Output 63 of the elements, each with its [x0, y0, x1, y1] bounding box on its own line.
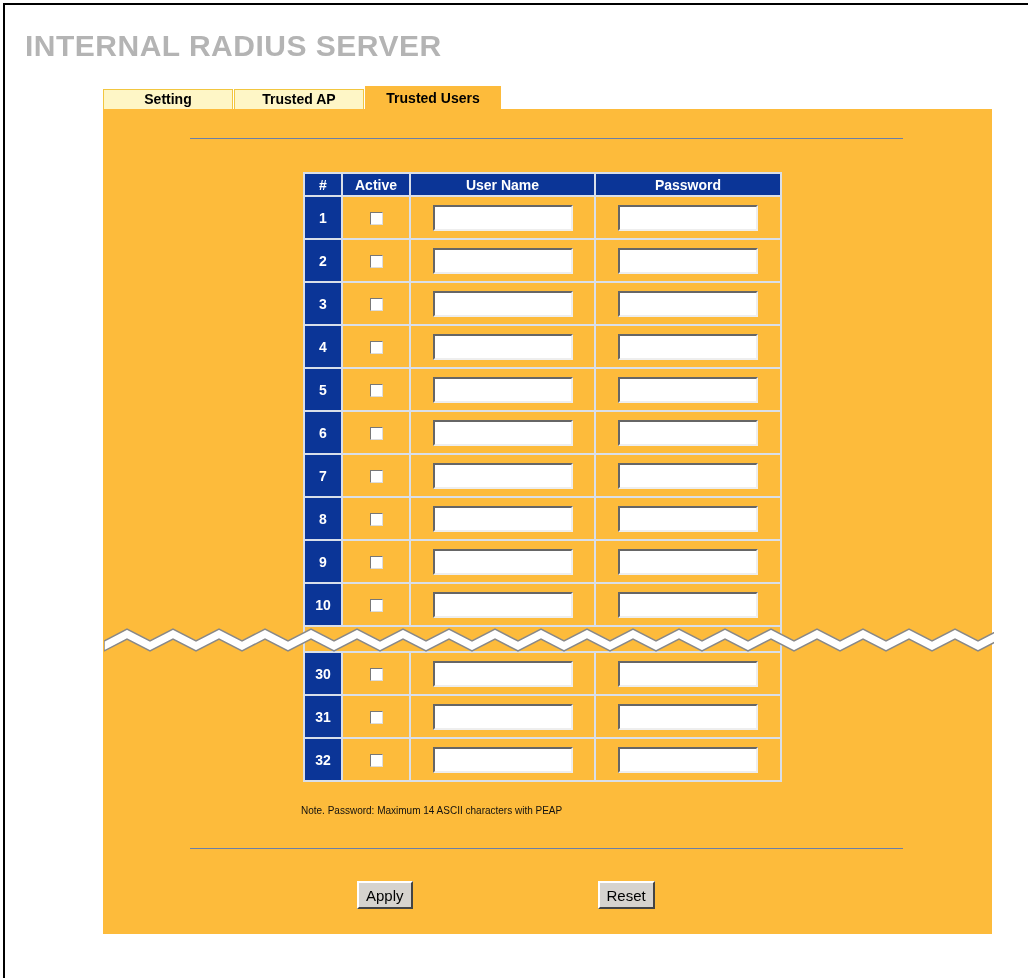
user-name-field[interactable] — [432, 290, 573, 317]
password-field[interactable] — [618, 204, 758, 231]
tab[interactable]: Trusted Users — [365, 86, 501, 109]
active-checkbox[interactable] — [369, 469, 383, 483]
password-field[interactable] — [618, 290, 758, 317]
user-name-field[interactable] — [432, 703, 573, 730]
row-number: 5 — [304, 368, 342, 411]
active-checkbox[interactable] — [369, 753, 383, 767]
row-number: 4 — [304, 325, 342, 368]
row-number: 31 — [304, 695, 342, 738]
active-checkbox[interactable] — [369, 512, 383, 526]
user-name-field[interactable] — [432, 462, 573, 489]
active-checkbox[interactable] — [369, 297, 383, 311]
user-name-field[interactable] — [432, 204, 573, 231]
row-number: 32 — [304, 738, 342, 781]
active-checkbox[interactable] — [369, 426, 383, 440]
password-field[interactable] — [618, 548, 758, 575]
active-checkbox[interactable] — [369, 555, 383, 569]
user-name-field[interactable] — [432, 591, 573, 618]
active-checkbox[interactable] — [369, 254, 383, 268]
row-number: 10 — [304, 583, 342, 626]
page-title: INTERNAL RADIUS SERVER — [25, 29, 443, 64]
user-name-field[interactable] — [432, 746, 573, 773]
row-number: 2 — [304, 239, 342, 282]
column-header: Active — [342, 173, 410, 196]
active-checkbox[interactable] — [369, 211, 383, 225]
reset-button[interactable]: Reset — [597, 881, 655, 909]
tab[interactable]: Trusted AP — [234, 89, 364, 109]
password-field[interactable] — [618, 419, 758, 446]
apply-button[interactable]: Apply — [357, 881, 413, 909]
active-checkbox[interactable] — [369, 710, 383, 724]
user-name-field[interactable] — [432, 419, 573, 446]
password-field[interactable] — [618, 462, 758, 489]
user-name-field[interactable] — [432, 548, 573, 575]
password-field[interactable] — [618, 333, 758, 360]
user-name-field[interactable] — [432, 247, 573, 274]
password-field[interactable] — [618, 376, 758, 403]
column-header: User Name — [410, 173, 595, 196]
tab[interactable]: Setting — [103, 89, 233, 109]
row-number: 7 — [304, 454, 342, 497]
active-checkbox[interactable] — [369, 340, 383, 354]
active-checkbox[interactable] — [369, 383, 383, 397]
user-name-field[interactable] — [432, 505, 573, 532]
column-header: # — [304, 173, 342, 196]
row-number: 9 — [304, 540, 342, 583]
row-number: 30 — [304, 652, 342, 695]
password-field[interactable] — [618, 746, 758, 773]
password-field[interactable] — [618, 703, 758, 730]
user-name-field[interactable] — [432, 333, 573, 360]
user-name-field[interactable] — [432, 660, 573, 687]
row-number: 3 — [304, 282, 342, 325]
row-number: 1 — [304, 196, 342, 239]
password-field[interactable] — [618, 591, 758, 618]
password-field[interactable] — [618, 247, 758, 274]
column-header: Password — [595, 173, 781, 196]
password-field[interactable] — [618, 660, 758, 687]
active-checkbox[interactable] — [369, 667, 383, 681]
password-field[interactable] — [618, 505, 758, 532]
row-number: 6 — [304, 411, 342, 454]
row-number: 8 — [304, 497, 342, 540]
active-checkbox[interactable] — [369, 598, 383, 612]
user-name-field[interactable] — [432, 376, 573, 403]
note-text: Note. Password: Maximum 14 ASCII characters with PEAP — [301, 805, 563, 816]
